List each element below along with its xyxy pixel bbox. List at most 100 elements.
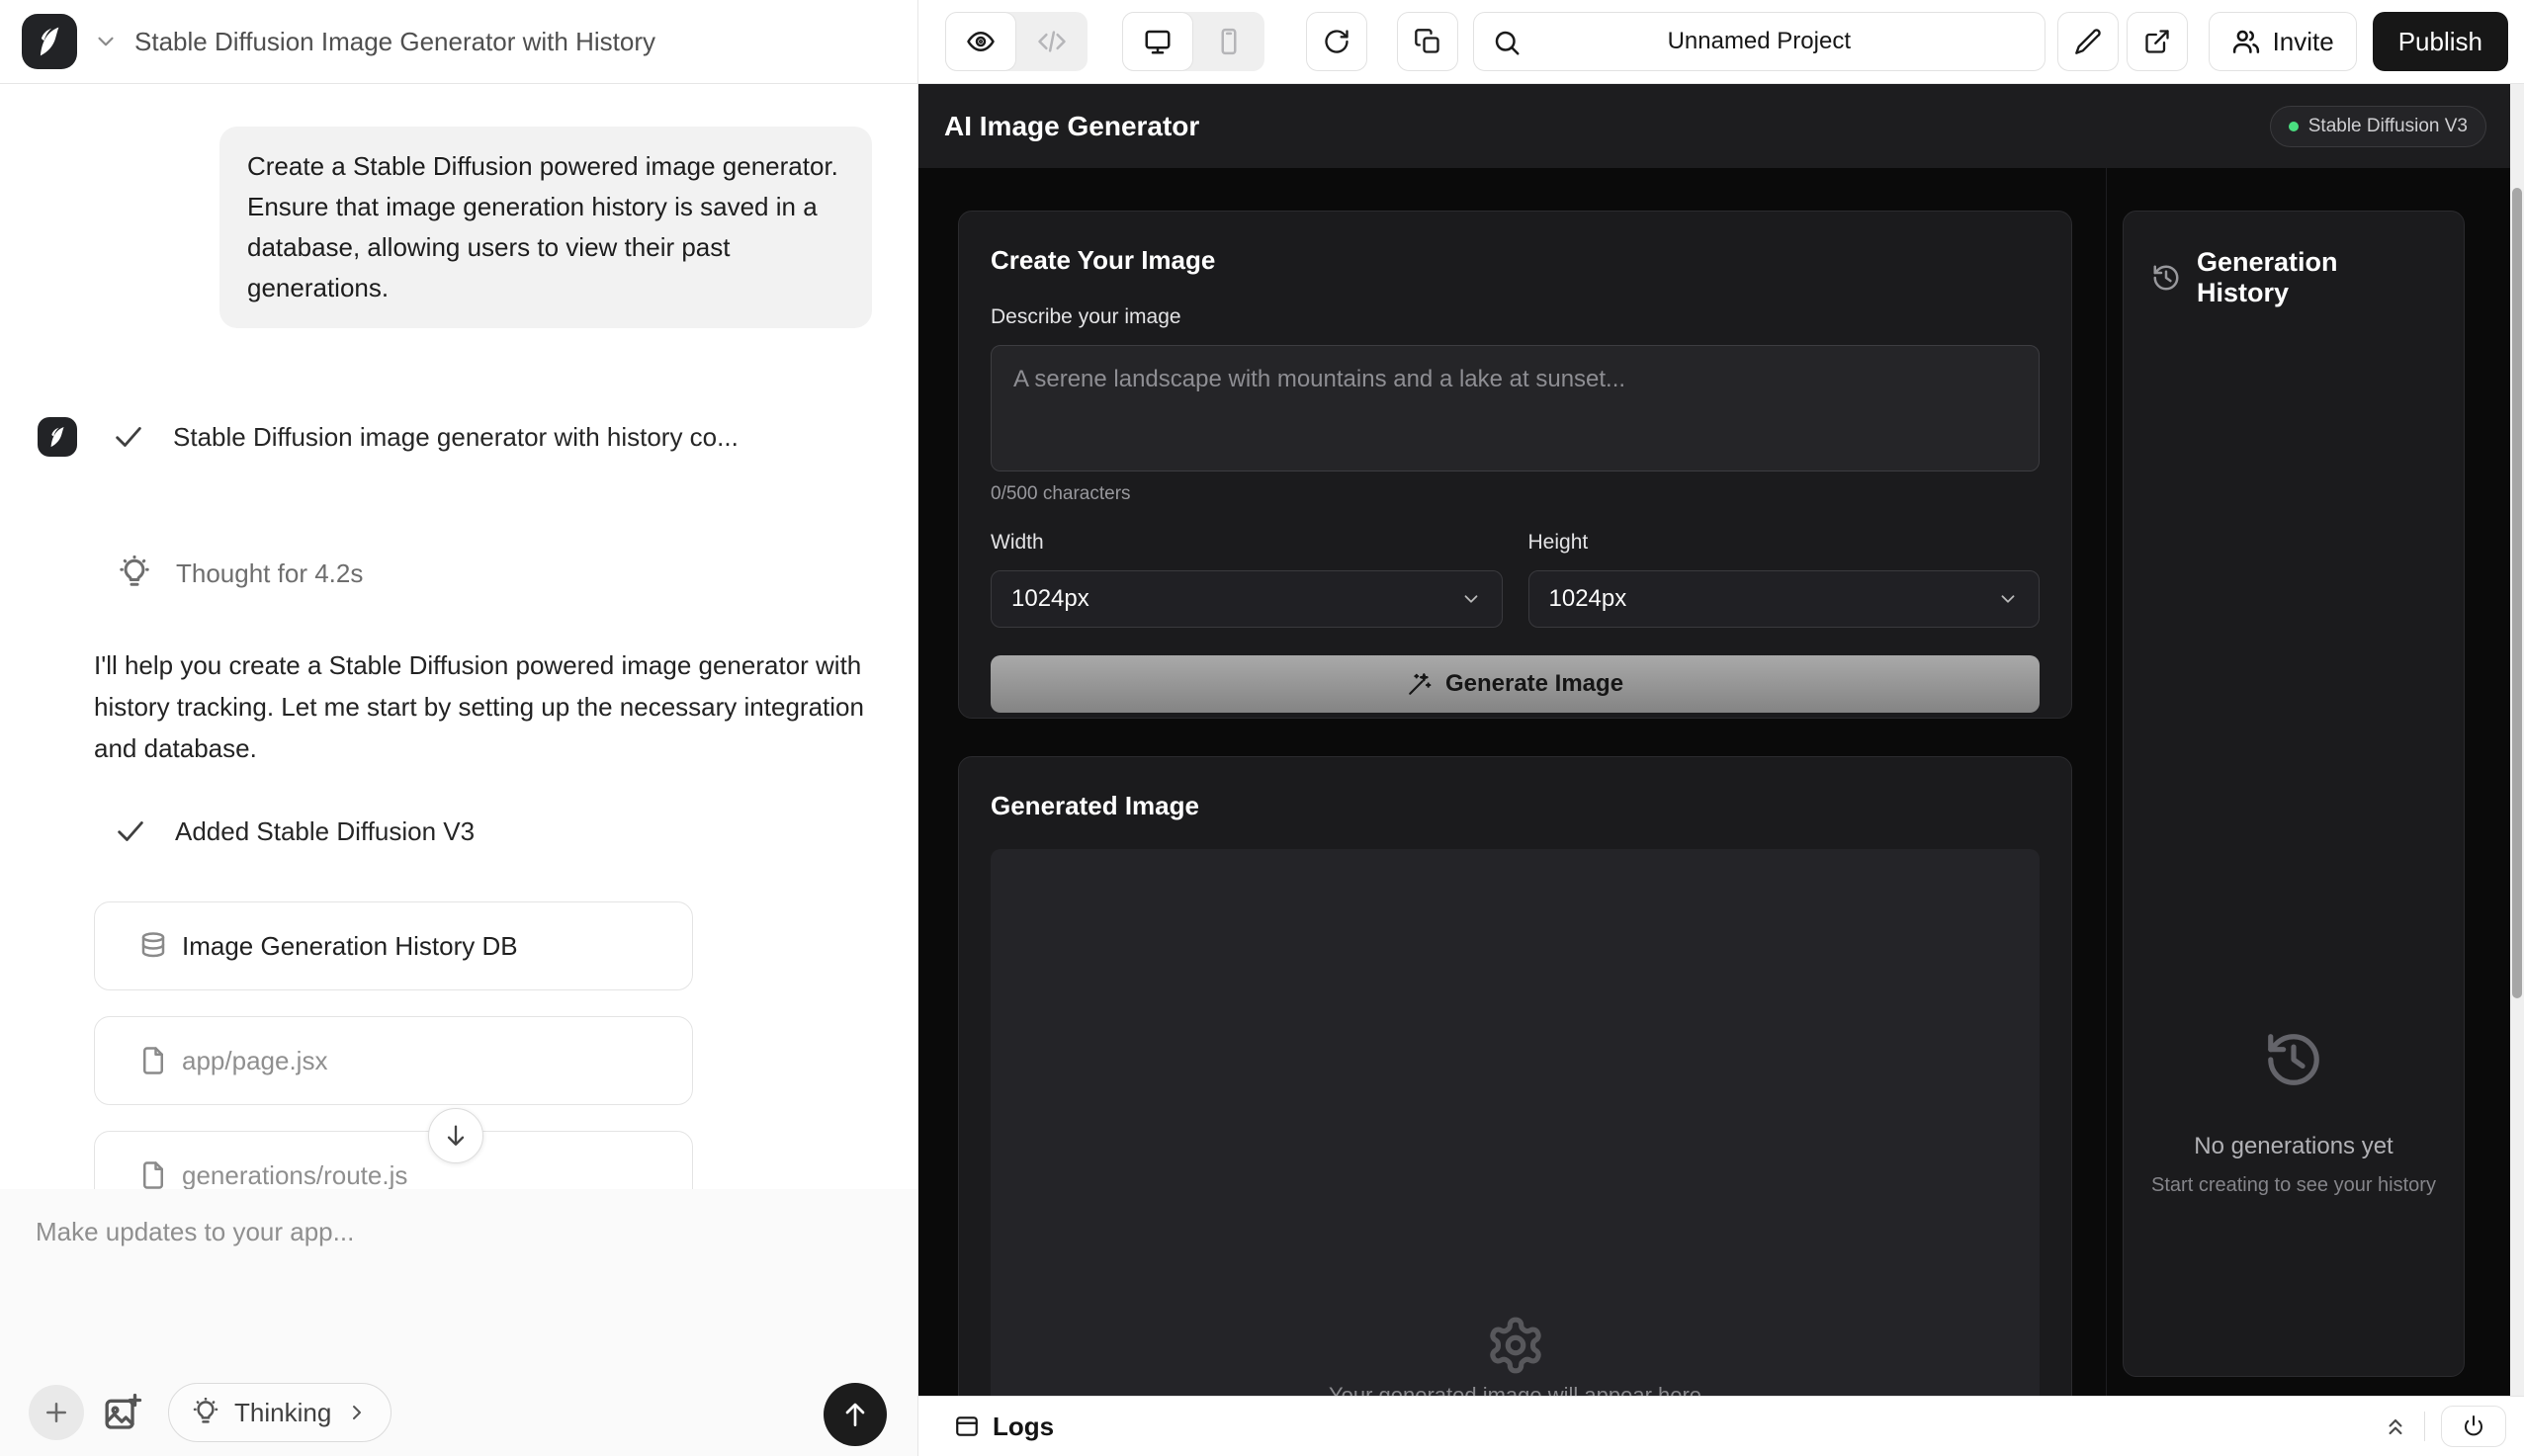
logs-bar: Logs	[918, 1396, 2524, 1456]
invite-button[interactable]: Invite	[2209, 12, 2357, 71]
assistant-message: I'll help you create a Stable Diffusion …	[94, 644, 885, 769]
chevron-down-icon[interactable]	[93, 29, 119, 54]
chevron-down-icon	[1460, 588, 1482, 610]
preview-scrollbar[interactable]	[2510, 84, 2524, 1396]
open-external-button[interactable]	[2127, 12, 2188, 71]
task-title[interactable]: Stable Diffusion image generator with hi…	[173, 422, 739, 453]
generated-image-card: Generated Image Your generated image wil…	[958, 756, 2072, 1396]
logs-label: Logs	[993, 1412, 1054, 1442]
plus-icon	[42, 1398, 71, 1427]
create-card-title: Create Your Image	[991, 245, 2040, 276]
step-done-label: Added Stable Diffusion V3	[175, 816, 475, 847]
device-toggle	[1122, 12, 1264, 71]
logo-swoosh-icon	[30, 22, 69, 61]
code-mode-button[interactable]	[1016, 12, 1088, 71]
database-icon	[138, 931, 168, 961]
project-name-input[interactable]: Unnamed Project	[1473, 12, 2045, 71]
prompt-label: Describe your image	[991, 305, 2040, 329]
height-value: 1024px	[1549, 585, 1627, 613]
assistant-task-row: Stable Diffusion image generator with hi…	[38, 417, 878, 457]
chevrons-up-icon[interactable]	[2383, 1413, 2408, 1439]
mobile-view-button[interactable]	[1193, 12, 1264, 71]
chevron-right-icon	[345, 1401, 369, 1424]
artifact-label: Image Generation History DB	[182, 931, 518, 962]
artifact-label: app/page.jsx	[182, 1046, 327, 1076]
generate-label: Generate Image	[1445, 670, 1623, 698]
send-button[interactable]	[824, 1383, 887, 1446]
composer-input[interactable]	[36, 1217, 866, 1345]
logo-swoosh-icon	[44, 423, 71, 451]
thought-row[interactable]: Thought for 4.2s	[38, 556, 878, 591]
empty-title: No generations yet	[2124, 1133, 2464, 1160]
copy-icon	[1414, 28, 1441, 55]
history-empty-state: No generations yet Start creating to see…	[2124, 1029, 2464, 1197]
refresh-button[interactable]	[1306, 12, 1367, 71]
view-mode-toggle	[945, 12, 1088, 71]
preview-toolbar: Unnamed Project Invite Publish	[917, 12, 2524, 71]
refresh-icon	[1323, 28, 1350, 55]
thinking-label: Thinking	[234, 1398, 331, 1428]
lightbulb-icon	[191, 1398, 220, 1427]
file-icon	[138, 1046, 168, 1075]
artifact-label: generations/route.js	[182, 1160, 407, 1191]
scrollbar-thumb[interactable]	[2512, 188, 2522, 998]
app-preview: AI Image Generator Stable Diffusion V3 C…	[918, 84, 2524, 1456]
status-dot	[2289, 122, 2299, 131]
height-select[interactable]: 1024px	[1528, 570, 2041, 628]
copy-button[interactable]	[1397, 12, 1458, 71]
char-counter: 0/500 characters	[991, 483, 2040, 505]
generate-image-button[interactable]: Generate Image	[991, 655, 2040, 713]
pencil-icon	[2074, 28, 2102, 55]
history-icon	[2151, 263, 2181, 293]
user-message-bubble: Create a Stable Diffusion powered image …	[219, 127, 872, 328]
generated-card-title: Generated Image	[991, 791, 2040, 821]
artifact-card-page[interactable]: app/page.jsx	[94, 1016, 693, 1105]
preview-app-header: AI Image Generator Stable Diffusion V3	[918, 84, 2524, 168]
width-value: 1024px	[1011, 585, 1089, 613]
create-image-card: Create Your Image Describe your image 0/…	[958, 211, 2072, 719]
width-label: Width	[991, 531, 1503, 555]
invite-label: Invite	[2273, 27, 2334, 57]
lightbulb-icon	[117, 556, 152, 591]
preview-mode-button[interactable]	[945, 12, 1016, 71]
code-icon	[1037, 27, 1067, 56]
history-header: Generation History	[2151, 247, 2436, 308]
generated-image-placeholder: Your generated image will appear here	[991, 849, 2040, 1396]
generation-history-panel: Generation History No generations yet St…	[2123, 211, 2465, 1377]
publish-button[interactable]: Publish	[2373, 12, 2508, 71]
add-attachment-button[interactable]	[29, 1385, 84, 1440]
app-title: AI Image Generator	[944, 111, 1199, 142]
dimension-row: Width 1024px Height 1024px	[991, 531, 2040, 628]
add-image-button[interactable]	[103, 1393, 142, 1437]
thinking-mode-button[interactable]: Thinking	[168, 1383, 392, 1442]
model-badge: Stable Diffusion V3	[2270, 106, 2486, 147]
model-badge-label: Stable Diffusion V3	[2308, 116, 2468, 137]
eye-icon	[966, 27, 996, 56]
panel-divider	[917, 0, 918, 1456]
prompt-input[interactable]	[991, 345, 2040, 471]
rename-button[interactable]	[2057, 12, 2119, 71]
app-logo[interactable]	[22, 14, 77, 69]
magic-wand-icon	[1407, 671, 1433, 697]
chevron-down-icon	[1997, 588, 2019, 610]
logs-toggle[interactable]: Logs	[954, 1412, 1054, 1442]
project-name-value: Unnamed Project	[1668, 28, 1851, 55]
check-icon	[112, 420, 145, 454]
file-icon	[138, 1160, 168, 1190]
desktop-view-button[interactable]	[1122, 12, 1193, 71]
users-icon	[2231, 27, 2261, 56]
height-field: Height 1024px	[1528, 531, 2041, 628]
step-done-row: Added Stable Diffusion V3	[38, 814, 878, 848]
project-header: Stable Diffusion Image Generator with Hi…	[0, 14, 917, 69]
width-select[interactable]: 1024px	[991, 570, 1503, 628]
image-plus-icon	[103, 1393, 142, 1432]
height-label: Height	[1528, 531, 2041, 555]
assistant-avatar	[38, 417, 77, 457]
preview-body: Create Your Image Describe your image 0/…	[918, 168, 2524, 1396]
arrow-up-icon	[839, 1399, 871, 1430]
scroll-to-bottom-button[interactable]	[428, 1108, 483, 1163]
history-title: Generation History	[2197, 247, 2436, 308]
arrow-down-icon	[442, 1122, 470, 1150]
power-button[interactable]	[2441, 1406, 2506, 1447]
artifact-card-db[interactable]: Image Generation History DB	[94, 901, 693, 990]
